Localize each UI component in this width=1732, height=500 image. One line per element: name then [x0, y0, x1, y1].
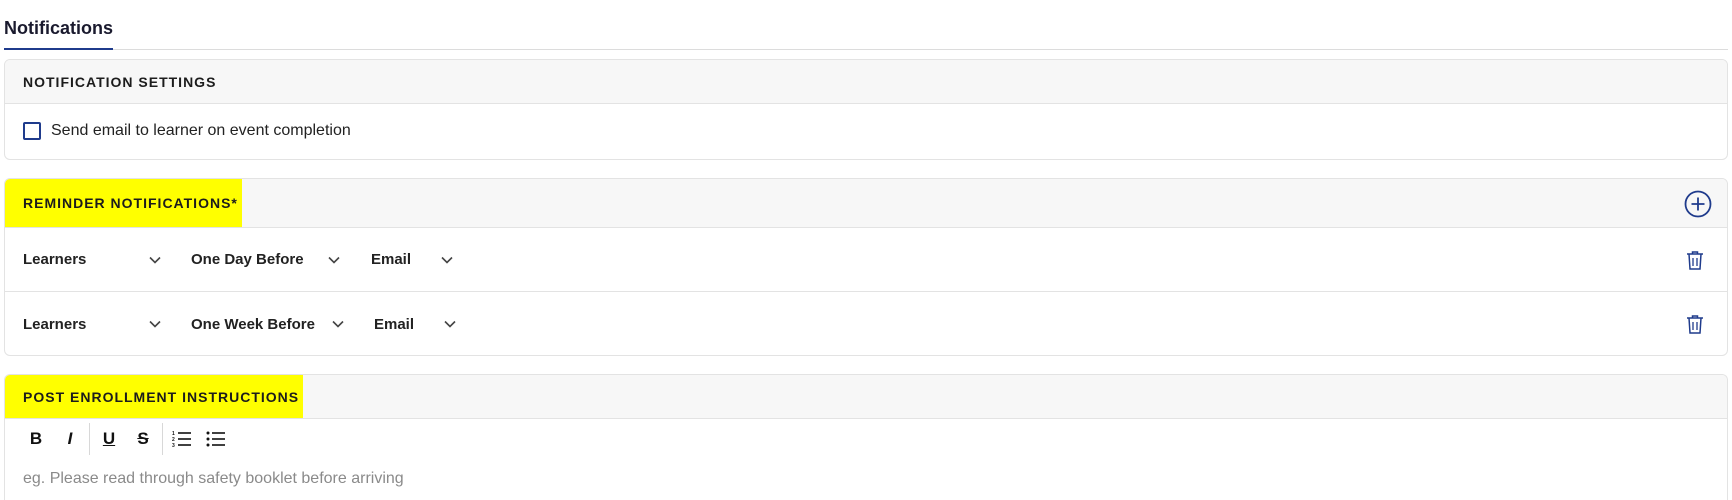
channel-value: Email	[374, 315, 415, 333]
tab-bar: Notifications	[4, 0, 1728, 50]
post-enrollment-card: POST ENROLLMENT INSTRUCTIONS B I U S 1 2…	[4, 374, 1728, 500]
notification-settings-header: NOTIFICATION SETTINGS	[5, 60, 1727, 104]
reminder-notifications-header: REMINDER NOTIFICATIONS*	[5, 179, 1727, 228]
timing-value: One Week Before	[191, 315, 315, 333]
chevron-down-icon[interactable]	[148, 253, 162, 267]
channel-value: Email	[371, 251, 412, 268]
toolbar-divider	[162, 423, 163, 455]
strikethrough-button[interactable]: S	[126, 423, 160, 455]
editor-toolbar: B I U S 1 2 3	[5, 419, 233, 459]
chevron-down-icon[interactable]	[443, 317, 457, 331]
channel-select[interactable]: Email	[374, 316, 414, 333]
chevron-down-icon[interactable]	[440, 253, 454, 267]
channel-select[interactable]: Email	[371, 251, 411, 268]
reminder-notifications-card: REMINDER NOTIFICATIONS* Learners One Day…	[4, 178, 1728, 356]
bullet-list-button[interactable]	[199, 423, 233, 455]
underline-button[interactable]: U	[92, 423, 126, 455]
timing-select[interactable]: One Day Before	[191, 251, 304, 268]
post-enrollment-title: POST ENROLLMENT INSTRUCTIONS	[5, 375, 304, 418]
chevron-down-icon[interactable]	[148, 317, 162, 331]
notification-settings-title: NOTIFICATION SETTINGS	[23, 73, 217, 90]
bullet-list-icon	[206, 431, 225, 447]
recipient-value: Learners	[23, 315, 87, 333]
tab-notifications[interactable]: Notifications	[4, 18, 114, 50]
timing-select[interactable]: One Week Before	[191, 316, 315, 333]
timing-value: One Day Before	[191, 251, 304, 268]
send-email-option[interactable]: Send email to learner on event completio…	[23, 122, 351, 140]
recipient-value: Learners	[23, 251, 87, 268]
toolbar-divider	[89, 423, 90, 455]
recipient-select[interactable]: Learners	[23, 316, 86, 333]
notification-settings-card: NOTIFICATION SETTINGS Send email to lear…	[4, 59, 1728, 160]
strikethrough-icon: S	[137, 429, 149, 448]
chevron-down-icon[interactable]	[331, 317, 345, 331]
plus-circle-icon[interactable]	[1683, 189, 1713, 219]
instructions-editor-placeholder[interactable]: eg. Please read through safety booklet b…	[23, 470, 404, 488]
underline-icon: U	[102, 429, 116, 448]
send-email-checkbox[interactable]	[23, 122, 41, 140]
post-enrollment-header: POST ENROLLMENT INSTRUCTIONS	[5, 375, 1727, 419]
ordered-list-button[interactable]: 1 2 3	[165, 423, 199, 455]
reminder-row: Learners One Week Before Email	[5, 292, 1727, 355]
trash-icon[interactable]	[1685, 249, 1705, 271]
italic-icon: I	[67, 429, 73, 448]
reminder-notifications-title: REMINDER NOTIFICATIONS*	[5, 179, 242, 227]
bold-button[interactable]: B	[19, 423, 53, 455]
ordered-list-icon: 1 2 3	[172, 431, 191, 448]
italic-button[interactable]: I	[53, 423, 87, 455]
send-email-label: Send email to learner on event completio…	[51, 122, 351, 139]
chevron-down-icon[interactable]	[327, 253, 341, 267]
recipient-select[interactable]: Learners	[23, 251, 86, 268]
trash-icon[interactable]	[1685, 313, 1705, 335]
bold-icon: B	[29, 429, 43, 448]
svg-text:3: 3	[172, 443, 175, 448]
reminder-row: Learners One Day Before Email	[5, 228, 1727, 292]
